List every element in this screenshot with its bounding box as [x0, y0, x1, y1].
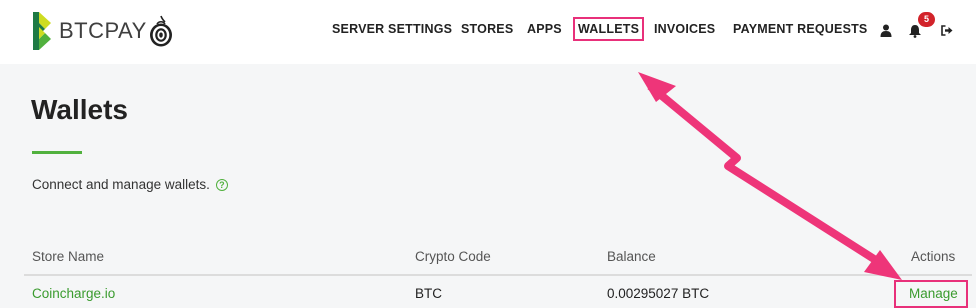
page-description: Connect and manage wallets. ?	[32, 177, 228, 192]
page-description-text: Connect and manage wallets.	[32, 177, 210, 192]
nav-stores[interactable]: STORES	[461, 22, 513, 36]
nav-server-settings[interactable]: SERVER SETTINGS	[332, 22, 452, 36]
tor-onion-icon	[150, 15, 172, 47]
nav-payment-requests[interactable]: PAYMENT REQUESTS	[733, 22, 867, 36]
column-header-balance: Balance	[607, 249, 656, 264]
notification-count-badge: 5	[918, 12, 935, 27]
column-header-store-name: Store Name	[32, 249, 105, 264]
wallets-table-header: Store Name Crypto Code Balance Actions	[0, 249, 976, 273]
nav-apps[interactable]: APPS	[527, 22, 562, 36]
table-header-divider	[24, 274, 972, 276]
column-header-crypto-code: Crypto Code	[415, 249, 491, 264]
manage-highlight-box	[894, 280, 968, 308]
crypto-code-cell: BTC	[415, 286, 442, 301]
logout-icon[interactable]	[941, 25, 953, 36]
bell-icon[interactable]	[908, 24, 922, 38]
title-underline	[32, 151, 82, 154]
table-row: Coincharge.io BTC 0.00295027 BTC Manage	[0, 286, 976, 308]
balance-cell: 0.00295027 BTC	[607, 286, 710, 301]
top-navbar: BTCPAY SERVER SETTINGS STORES APPS WALLE…	[0, 0, 976, 64]
nav-wallets[interactable]: WALLETS	[572, 17, 645, 41]
column-header-actions: Actions	[911, 249, 956, 264]
store-name-link[interactable]: Coincharge.io	[32, 286, 115, 301]
help-circle-icon[interactable]: ?	[215, 178, 228, 191]
user-icon[interactable]	[880, 24, 892, 37]
nav-invoices[interactable]: INVOICES	[654, 22, 715, 36]
brand-name: BTCPAY	[59, 18, 147, 43]
brand[interactable]: BTCPAY	[31, 9, 147, 53]
btcpay-logo-icon	[33, 12, 51, 50]
page-title: Wallets	[31, 94, 128, 125]
